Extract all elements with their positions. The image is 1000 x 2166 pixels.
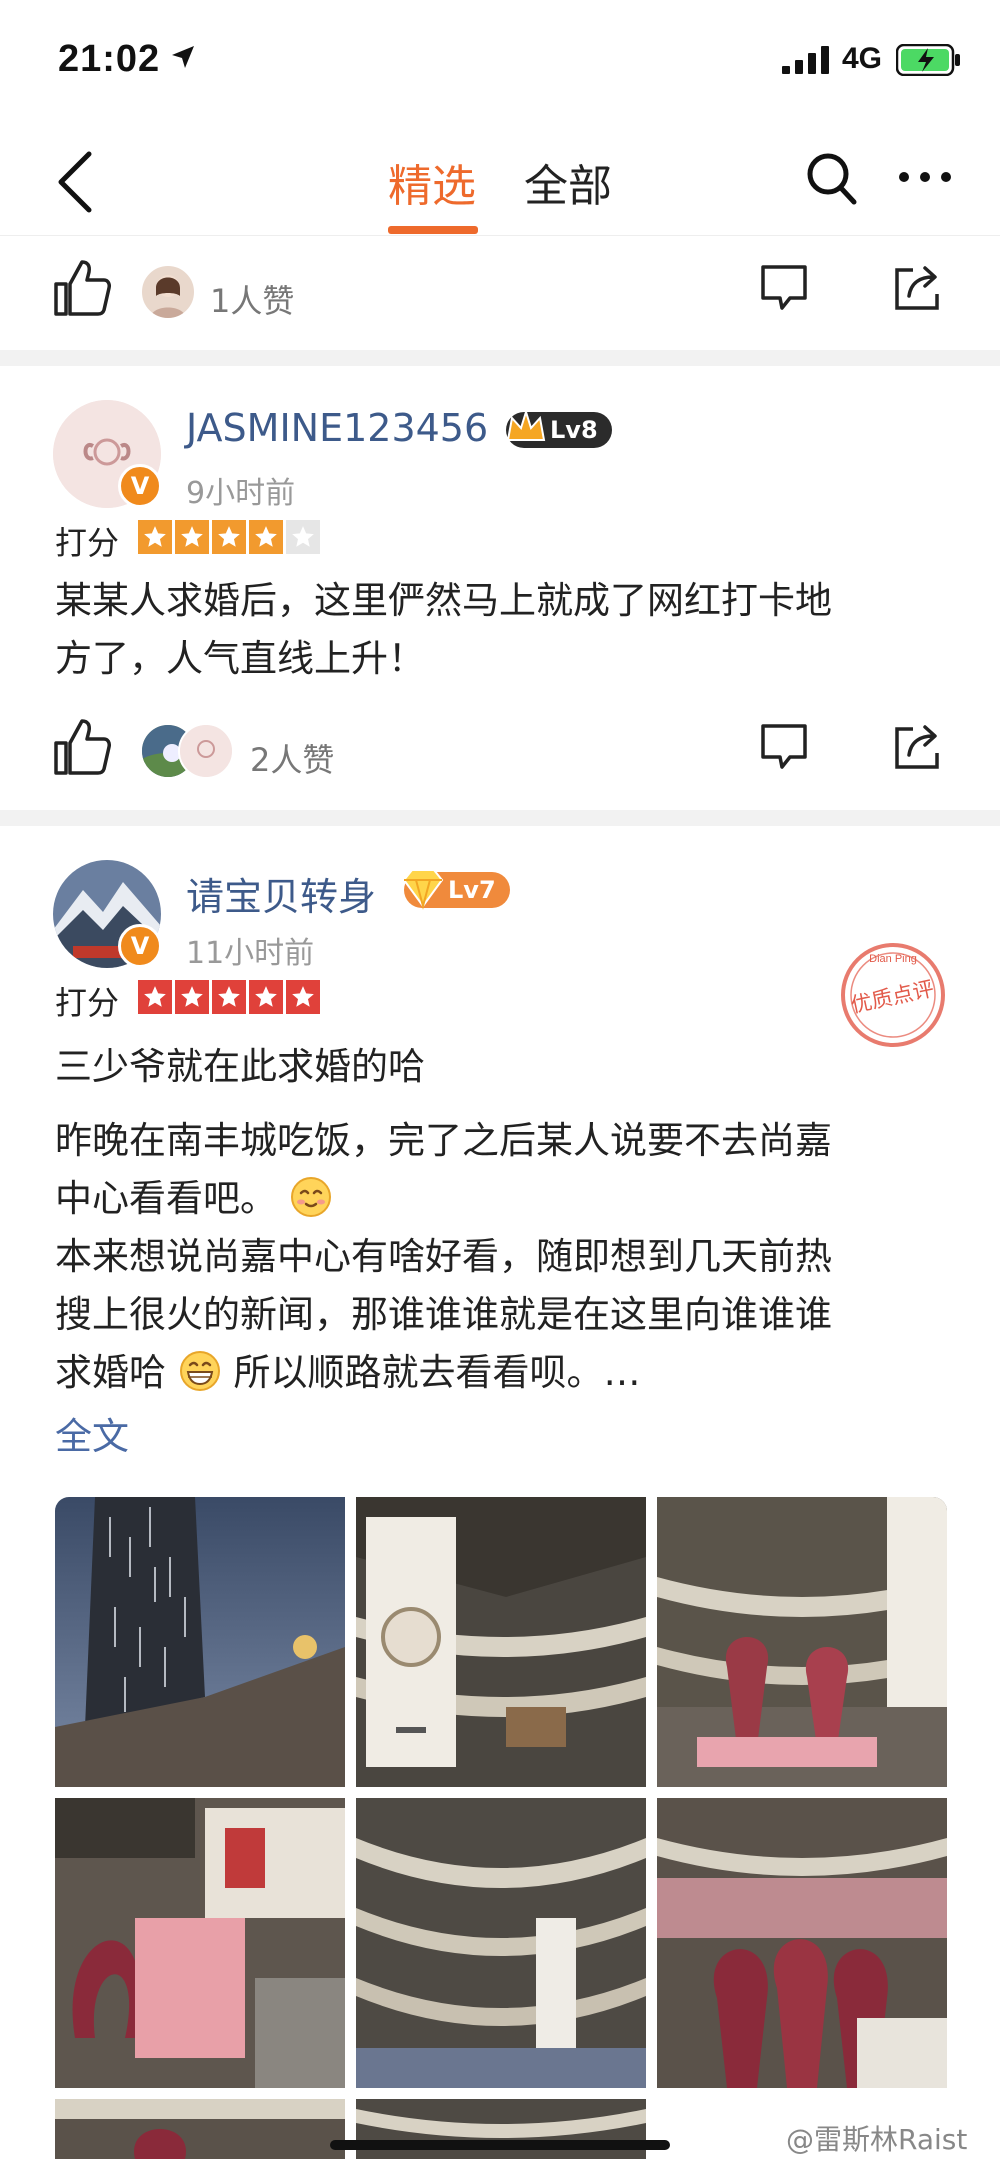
tab-all[interactable]: 全部 [524,150,612,214]
content-text: 所以顺路就去看看呗。… [233,1351,641,1394]
home-indicator [330,2140,670,2150]
content-line: 本来想说尚嘉中心有啥好看，随即想到几天前热 [55,1235,832,1278]
stamp-text: 优质点评 [849,977,936,1018]
back-arrow-icon[interactable] [55,150,95,214]
smile-emoji-icon [290,1177,331,1217]
like-thumb-icon[interactable] [52,717,112,777]
like-thumb-icon[interactable] [52,258,112,318]
like-count: 2人赞 [250,741,335,779]
star-filled-icon [249,980,283,1014]
location-arrow-icon [172,46,194,68]
star-rating [138,520,320,554]
content-line: 搜上很火的新闻，那谁谁谁就是在这里向谁谁谁 [55,1293,832,1336]
network-type: 4G [842,42,883,75]
watermark: @雷斯林Raist [786,2123,968,2156]
star-rating [138,980,320,1014]
review-photo[interactable] [356,1497,646,1787]
username[interactable]: 请宝贝转身 [186,866,376,921]
review-photo[interactable] [657,1497,947,1787]
section-divider [0,810,1000,826]
star-filled-icon [138,520,172,554]
section-divider [0,350,1000,366]
svg-text:Dian Ping: Dian Ping [869,953,917,965]
review-content: 昨晚在南丰城吃饭，完了之后某人说要不去尚嘉 中心看看吧。 本来想说尚嘉中心有啥好… [55,1112,935,1402]
status-bar: 21:02 4G [0,0,1000,120]
share-icon[interactable] [893,723,943,771]
star-filled-icon [175,980,209,1014]
share-icon[interactable] [893,264,943,312]
username[interactable]: JASMINE123456 [186,406,488,450]
liker-avatar[interactable] [178,723,234,779]
content-line: 昨晚在南丰城吃饭，完了之后某人说要不去尚嘉 [55,1119,832,1162]
crown-icon [506,408,546,441]
review-content: 某某人求婚后，这里俨然马上就成了网红打卡地 方了，人气直线上升！ [55,572,935,688]
post-time: 11小时前 [186,936,315,971]
star-filled-icon [138,980,172,1014]
rating-label: 打分 [55,524,120,562]
star-filled-icon [212,980,246,1014]
content-line: 中心看看吧。 [55,1170,935,1228]
tab-selected[interactable]: 精选 [388,150,476,214]
like-count: 1人赞 [210,282,295,320]
grin-emoji-icon [179,1351,220,1391]
liker-avatar[interactable] [140,264,196,320]
review-photo[interactable] [55,2099,345,2159]
diamond-icon [402,869,444,910]
star-filled-icon [175,520,209,554]
quality-review-stamp: Dian Ping 优质点评 [841,943,945,1047]
comment-icon[interactable] [760,264,808,312]
verified-badge-icon: V [118,464,162,508]
content-line: 某某人求婚后，这里俨然马上就成了网红打卡地 [55,579,832,622]
more-icon[interactable] [898,170,952,184]
level-text: Lv7 [448,876,496,904]
full-text-link[interactable]: 全文 [55,1406,129,1460]
content-line: 方了，人气直线上升！ [55,637,425,680]
previous-review-actions: 1人赞 [0,236,1000,346]
star-filled-icon [249,520,283,554]
star-empty-icon [286,520,320,554]
content-line: 求婚哈 所以顺路就去看看呗。… [55,1344,935,1402]
level-text: Lv8 [550,416,598,444]
content-text: 求婚哈 [55,1351,166,1394]
review-photo[interactable] [356,1798,646,2088]
review-photo[interactable] [657,1798,947,2088]
star-filled-icon [286,980,320,1014]
status-time: 21:02 [58,38,161,80]
comment-icon[interactable] [760,723,808,771]
content-text: 中心看看吧。 [55,1177,277,1220]
review-photo[interactable] [55,1497,345,1787]
battery-charging-icon [896,44,960,76]
verified-badge-icon: V [118,924,162,968]
star-filled-icon [212,520,246,554]
nav-bar: 精选 全部 [0,120,1000,236]
review-title: 三少爷就在此求婚的哈 [55,1045,425,1088]
signal-icon [782,46,829,74]
review-actions: 2人赞 [0,695,1000,805]
review-photo[interactable] [55,1798,345,2088]
rating-label: 打分 [55,984,120,1022]
tab-active-indicator [388,226,478,234]
post-time: 9小时前 [186,476,296,511]
search-icon[interactable] [806,152,858,208]
review-photo[interactable] [356,2099,646,2159]
